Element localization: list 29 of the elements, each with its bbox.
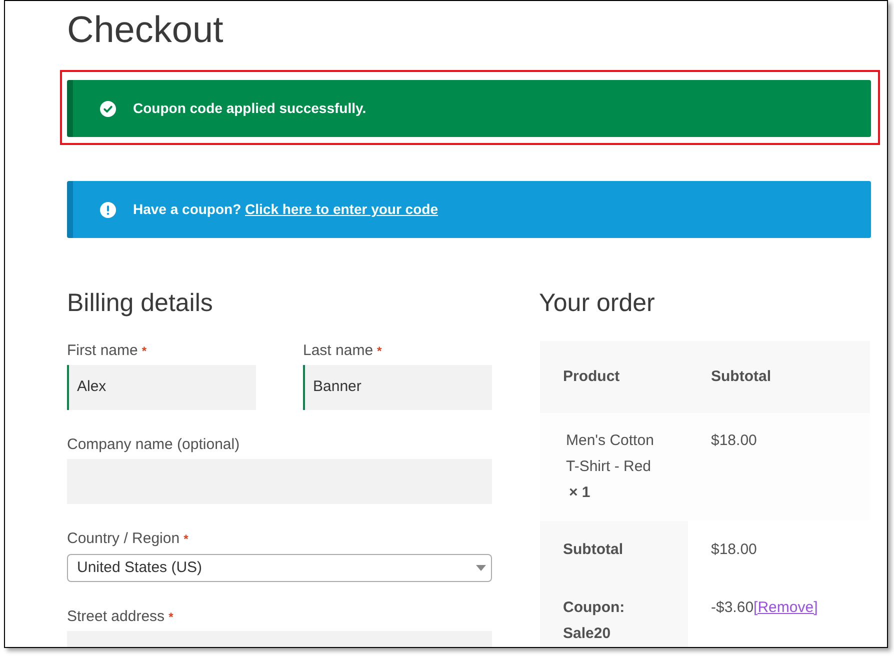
required-asterisk: *: [142, 344, 147, 358]
section-title: Billing details: [67, 288, 214, 319]
quantity-text: × 1: [568, 483, 590, 503]
required-asterisk: *: [168, 610, 174, 624]
total-label: Coupon: Sale20: [540, 579, 688, 647]
total-amount: $18.00: [711, 541, 757, 558]
field-label: Street address: [67, 608, 165, 625]
country-select[interactable]: United States (US): [67, 554, 492, 582]
total-label: Subtotal: [540, 521, 688, 579]
check-circle-icon: [100, 100, 116, 116]
required-asterisk: *: [377, 344, 382, 358]
product-name: Men's Cotton T-Shirt - Red: [565, 431, 655, 477]
remove-coupon-link[interactable]: [Remove]: [754, 599, 818, 616]
column-header: Subtotal: [688, 341, 870, 413]
field-label: Country / Region: [67, 530, 180, 547]
column-header: Product: [540, 341, 688, 413]
text-field[interactable]: Banner: [303, 365, 492, 410]
section-title: Your order: [539, 288, 656, 319]
notice-text: Coupon code applied successfully.: [133, 99, 366, 118]
text-field[interactable]: Alex: [67, 365, 256, 410]
field-label: Last name: [303, 342, 374, 359]
page-title: Checkout: [67, 8, 224, 52]
caret-icon: [476, 565, 486, 571]
exclamation-circle-icon: [100, 202, 116, 218]
field-label: Company name (optional): [67, 436, 240, 453]
notice-text: Have a coupon? Click here to enter your code: [133, 200, 438, 219]
field-label: First name: [67, 342, 138, 359]
required-asterisk: *: [184, 532, 188, 546]
total-amount: -$3.60: [711, 599, 754, 616]
